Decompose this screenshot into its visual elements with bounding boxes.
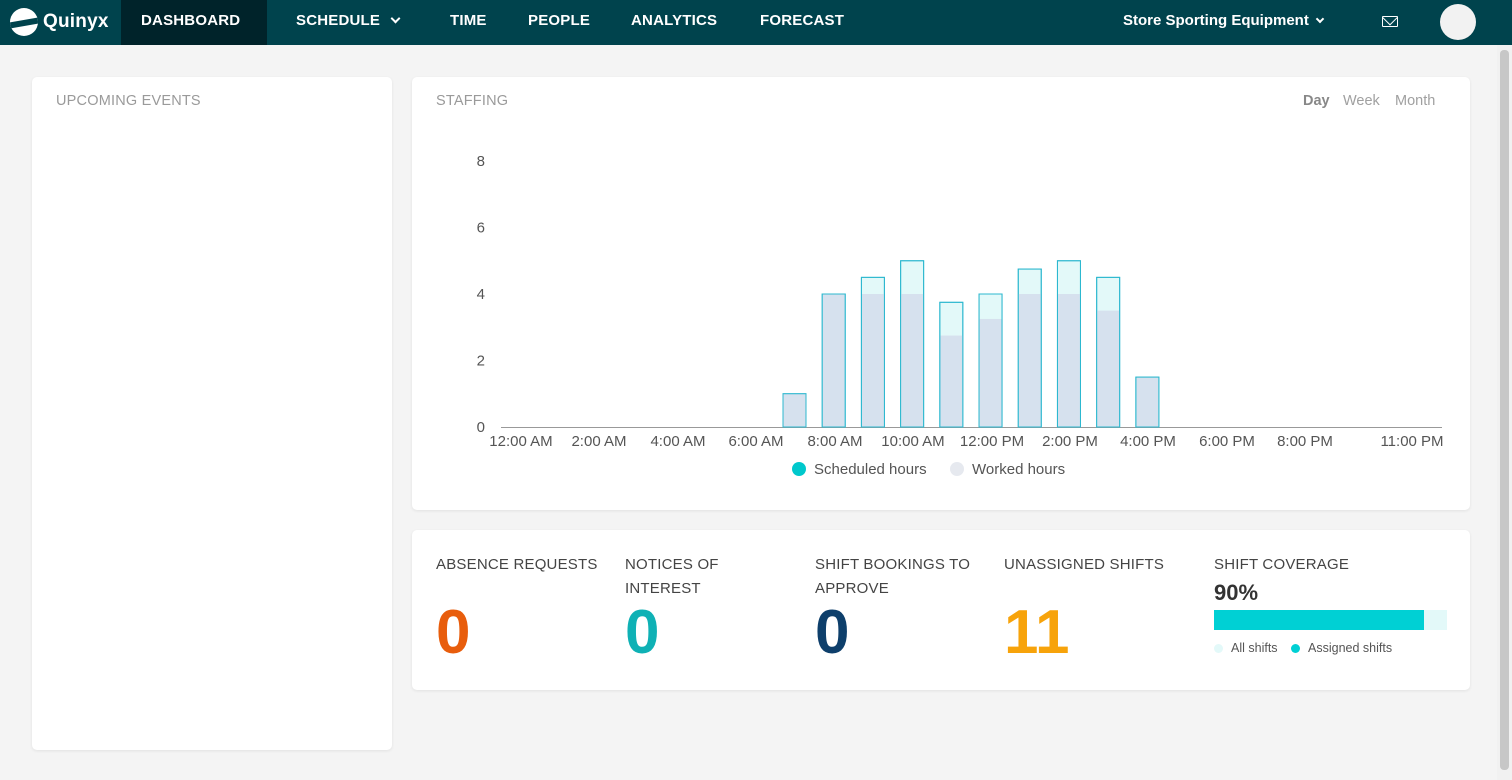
nav-dashboard-label: DASHBOARD	[141, 12, 241, 29]
nav-time[interactable]: TIME	[450, 0, 487, 45]
quinyx-logo[interactable]: Quinyx	[10, 8, 109, 36]
nav-time-label: TIME	[450, 12, 487, 29]
staffing-chart: 0 2 4 6 8 12:00 AM 2:00 AM 4:00 AM 6:00 AM 8:00 A…	[477, 153, 1444, 478]
worked-hours-bar	[1136, 377, 1159, 427]
legend-assigned-shifts: Assigned shifts	[1291, 641, 1392, 655]
x-tick-label: 4:00 AM	[650, 433, 705, 450]
mail-icon[interactable]	[1382, 16, 1398, 27]
worked-hours-bar	[901, 294, 924, 427]
legend-dot-icon	[1291, 644, 1300, 653]
x-tick-label: 8:00 AM	[807, 433, 862, 450]
nav-forecast[interactable]: FORECAST	[760, 0, 844, 45]
upcoming-events-card: UPCOMING EVENTS	[32, 77, 392, 750]
legend-scheduled-hours: Scheduled hours	[814, 461, 927, 478]
nav-people-label: PEOPLE	[528, 12, 591, 29]
chevron-down-icon	[1315, 14, 1325, 24]
store-selector[interactable]: Store Sporting Equipment	[1123, 0, 1325, 45]
x-tick-label: 6:00 PM	[1199, 433, 1255, 450]
shift-bookings-value[interactable]: 0	[815, 602, 849, 664]
shift-coverage-bar	[1214, 610, 1447, 630]
x-tick-label: 8:00 PM	[1277, 433, 1333, 450]
shift-bookings-label: SHIFT BOOKINGS TO APPROVE	[815, 556, 971, 597]
staffing-card: STAFFING Day Week Month 0 2 4 6 8 12:00 AM 2:0…	[412, 77, 1470, 510]
x-tick-label: 6:00 AM	[728, 433, 783, 450]
y-tick-label: 2	[477, 353, 485, 370]
notices-of-interest-value[interactable]: 0	[625, 602, 659, 664]
nav-analytics[interactable]: ANALYTICS	[631, 0, 717, 45]
legend-assigned-shifts-label: Assigned shifts	[1308, 641, 1393, 655]
worked-hours-bar	[1097, 310, 1120, 427]
stats-card: ABSENCE REQUESTS 0 NOTICES OF INTEREST 0…	[412, 530, 1470, 690]
legend-all-shifts-label: All shifts	[1231, 641, 1278, 655]
absence-requests-value[interactable]: 0	[436, 602, 470, 664]
x-tick-label: 2:00 PM	[1042, 433, 1098, 450]
absence-requests-label: ABSENCE REQUESTS	[436, 556, 598, 573]
upcoming-events-title: UPCOMING EVENTS	[56, 93, 201, 109]
shift-coverage-label: SHIFT COVERAGE	[1214, 556, 1350, 573]
shift-coverage-percent: 90%	[1214, 580, 1259, 605]
y-tick-label: 0	[477, 419, 485, 436]
nav-dashboard[interactable]: DASHBOARD	[121, 0, 267, 45]
store-name: Store Sporting Equipment	[1123, 12, 1309, 29]
top-nav-bar: Quinyx DASHBOARD SCHEDULE TIME PEOPLE AN…	[0, 0, 1512, 45]
y-tick-label: 6	[477, 220, 485, 237]
x-tick-label: 11:00 PM	[1380, 433, 1443, 450]
x-tick-label: 12:00 AM	[489, 433, 552, 450]
legend-worked-hours: Worked hours	[972, 461, 1065, 478]
legend-all-shifts: All shifts	[1214, 641, 1278, 655]
worked-hours-bar	[861, 294, 884, 427]
unassigned-shifts-label: UNASSIGNED SHIFTS	[1004, 556, 1165, 573]
x-tick-label: 10:00 AM	[881, 433, 944, 450]
worked-hours-bar	[783, 393, 806, 427]
logo-text: Quinyx	[43, 11, 109, 32]
quinyx-logo-icon	[10, 8, 38, 36]
avatar[interactable]	[1440, 4, 1476, 40]
legend-scheduled-dot-icon	[792, 462, 806, 476]
legend-worked-dot-icon	[950, 462, 964, 476]
shift-coverage-fill	[1214, 610, 1424, 630]
y-tick-label: 4	[477, 286, 485, 303]
x-tick-label: 12:00 PM	[960, 433, 1024, 450]
nav-forecast-label: FORECAST	[760, 12, 845, 29]
worked-hours-bar	[979, 318, 1002, 427]
legend-dot-icon	[1214, 644, 1223, 653]
x-tick-label: 4:00 PM	[1120, 433, 1176, 450]
page-scrollbar-thumb[interactable]	[1500, 50, 1509, 770]
nav-people[interactable]: PEOPLE	[528, 0, 590, 45]
worked-hours-bar	[1057, 294, 1080, 427]
nav-schedule[interactable]: SCHEDULE	[296, 0, 401, 45]
nav-schedule-label: SCHEDULE	[296, 12, 381, 29]
worked-hours-bar	[822, 294, 845, 427]
notices-of-interest-label: NOTICES OF INTEREST	[625, 556, 719, 597]
nav-analytics-label: ANALYTICS	[631, 12, 718, 29]
worked-hours-bar	[940, 335, 963, 427]
y-tick-label: 8	[477, 153, 485, 170]
chevron-down-icon	[390, 13, 401, 24]
worked-hours-bar	[1018, 294, 1041, 427]
x-tick-label: 2:00 AM	[571, 433, 626, 450]
unassigned-shifts-value[interactable]: 11	[1004, 602, 1070, 664]
